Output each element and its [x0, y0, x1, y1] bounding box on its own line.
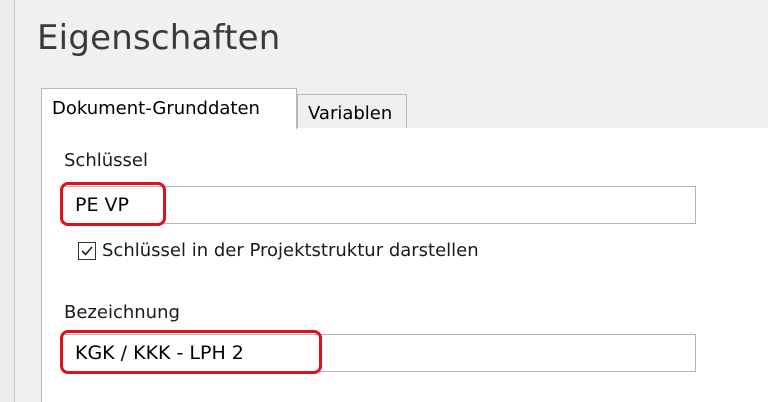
- tab-dokument-grunddaten[interactable]: Dokument-Grunddaten: [41, 88, 297, 129]
- checkmark-icon: [81, 246, 93, 256]
- tab-strip: Dokument-Grunddaten Variablen: [41, 88, 768, 129]
- dialog-title: Eigenschaften: [37, 18, 281, 58]
- key-label: Schlüssel: [64, 150, 148, 171]
- name-label: Bezeichnung: [64, 302, 180, 323]
- name-input[interactable]: KGK / KKK - LPH 2: [62, 334, 696, 372]
- tab-variablen[interactable]: Variablen: [297, 94, 407, 128]
- key-input[interactable]: PE VP: [62, 186, 696, 224]
- tab-panel: Schlüssel PE VP Schlüssel in der Projekt…: [41, 128, 768, 402]
- show-in-structure-checkbox[interactable]: [78, 242, 96, 260]
- show-in-structure-label: Schlüssel in der Projektstruktur darstel…: [102, 240, 479, 261]
- properties-dialog: Eigenschaften Dokument-Grunddaten Variab…: [14, 0, 768, 402]
